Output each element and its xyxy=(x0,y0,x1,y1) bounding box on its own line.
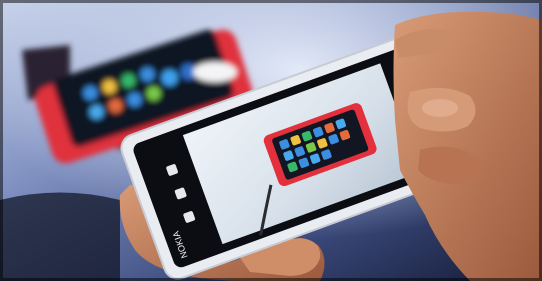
photo: NOKIA xyxy=(0,0,542,281)
photo-canvas: NOKIA xyxy=(0,0,542,281)
